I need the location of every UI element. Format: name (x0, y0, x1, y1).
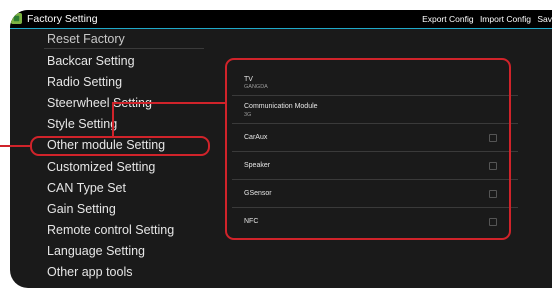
menu-item-language-setting[interactable]: Language Setting (47, 243, 145, 259)
import-config-button[interactable]: Import Config (480, 14, 531, 24)
setting-value: 3G (244, 112, 252, 118)
setting-title: TV (244, 76, 253, 83)
menu-item-backcar-setting[interactable]: Backcar Setting (47, 53, 135, 69)
setting-row-tv[interactable]: TV GANGDA (232, 68, 518, 96)
divider (44, 48, 204, 49)
setting-title: GSensor (244, 190, 272, 197)
gsensor-checkbox[interactable] (489, 190, 497, 198)
setting-title: Speaker (244, 162, 271, 169)
title-bar: Factory Setting Export Config Import Con… (10, 10, 552, 29)
menu-item-radio-setting[interactable]: Radio Setting (47, 74, 122, 90)
speaker-checkbox[interactable] (489, 162, 497, 170)
window-title: Factory Setting (27, 13, 98, 25)
annotation-pointer-line (0, 145, 30, 147)
menu-item-other-app-tools[interactable]: Other app tools (47, 264, 132, 280)
menu-item-remote-control-setting[interactable]: Remote control Setting (47, 222, 174, 238)
menu-item-can-type-set[interactable]: CAN Type Set (47, 180, 126, 196)
menu-item-gain-setting[interactable]: Gain Setting (47, 201, 116, 217)
setting-row-communication-module[interactable]: Communication Module 3G (232, 96, 518, 124)
setting-row-caraux[interactable]: CarAux (232, 124, 518, 152)
menu-item-other-module-setting[interactable]: Other module Setting (47, 137, 165, 153)
nfc-checkbox[interactable] (489, 218, 497, 226)
settings-category-list: Reset Factory Backcar Setting Radio Sett… (10, 29, 215, 288)
save-button[interactable]: Sav (537, 14, 552, 24)
caraux-checkbox[interactable] (489, 134, 497, 142)
annotation-connector-horizontal (112, 102, 226, 104)
setting-title: NFC (244, 218, 259, 225)
setting-row-gsensor[interactable]: GSensor (232, 180, 518, 208)
setting-row-speaker[interactable]: Speaker (232, 152, 518, 180)
module-settings-panel: TV GANGDA Communication Module 3G CarAux… (232, 68, 518, 250)
menu-item-style-setting[interactable]: Style Setting (47, 116, 117, 132)
android-app-icon (11, 13, 22, 24)
setting-value: GANGDA (244, 84, 268, 90)
setting-title: Communication Module (244, 103, 318, 110)
head-unit-screen: Factory Setting Export Config Import Con… (10, 10, 552, 288)
menu-item-customized-setting[interactable]: Customized Setting (47, 159, 155, 175)
setting-row-nfc[interactable]: NFC (232, 208, 518, 235)
setting-title: CarAux (244, 134, 268, 141)
screenshot-frame: Factory Setting Export Config Import Con… (0, 0, 552, 294)
annotation-connector-vertical (112, 102, 114, 137)
export-config-button[interactable]: Export Config (422, 14, 474, 24)
menu-actions: Export Config Import Config Sav (418, 13, 552, 25)
menu-item-reset-factory[interactable]: Reset Factory (47, 31, 125, 47)
